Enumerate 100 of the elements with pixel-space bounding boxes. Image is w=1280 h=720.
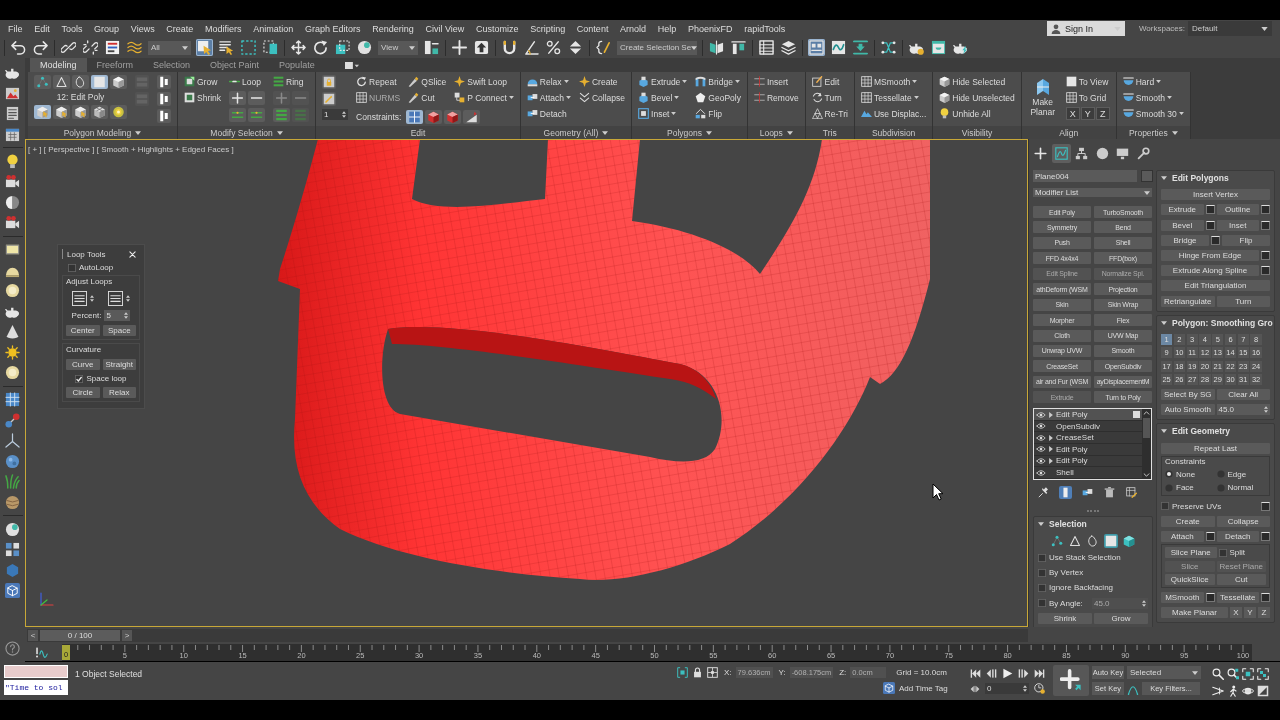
plus-key-icon[interactable] xyxy=(1053,665,1089,696)
previous-frame-button[interactable]: < xyxy=(28,630,38,641)
panel-layout-icon[interactable] xyxy=(808,39,825,56)
time-slider-track[interactable]: < 0 / 100 > xyxy=(27,629,1028,642)
panel-button[interactable]: QuickSlice xyxy=(1165,574,1215,586)
chevron-up-icon[interactable] xyxy=(1143,411,1150,416)
ribbon-button[interactable]: Hide Unselected xyxy=(939,91,1015,104)
ribbon-button[interactable]: Attach xyxy=(526,91,571,104)
menu-item[interactable]: File xyxy=(8,23,23,34)
axis-button[interactable]: Y xyxy=(1080,107,1095,120)
frame-field[interactable]: 0 xyxy=(985,683,1029,694)
padlock-icon[interactable] xyxy=(692,667,703,678)
exclamation-wave-icon[interactable] xyxy=(35,646,48,659)
stack-item[interactable]: Shell xyxy=(1034,467,1142,479)
menu-item[interactable]: Views xyxy=(130,23,155,34)
angle-icon[interactable] xyxy=(523,39,540,56)
expand-triangle-icon[interactable] xyxy=(1049,411,1053,418)
axis-button[interactable]: Z xyxy=(1258,607,1270,619)
panel-button[interactable]: Create xyxy=(1161,515,1215,527)
ribbon-button[interactable]: Hard xyxy=(1122,75,1162,88)
triangle-icon[interactable] xyxy=(53,75,70,89)
bars-icon[interactable] xyxy=(157,75,171,89)
panel-button[interactable]: Bridge xyxy=(1161,234,1209,246)
ribbon-button[interactable]: Collapse xyxy=(578,91,626,104)
spinner-arrows-icon[interactable] xyxy=(90,295,94,302)
panel-button[interactable]: Shrink xyxy=(1038,612,1092,624)
lines-tile-icon[interactable] xyxy=(108,291,123,306)
bracketed-square-icon[interactable] xyxy=(677,667,688,678)
document-icon[interactable] xyxy=(104,39,121,56)
spinner-arrows-icon[interactable] xyxy=(126,295,130,302)
checkbox[interactable] xyxy=(1038,583,1046,592)
cube-icon[interactable] xyxy=(110,75,127,89)
axis-button[interactable]: Y xyxy=(1244,607,1256,619)
panel-button[interactable]: Auto Smooth xyxy=(1161,404,1215,416)
panel-title[interactable]: Visibility xyxy=(933,126,1021,139)
radio-button[interactable] xyxy=(1165,470,1173,479)
rollout-header[interactable]: Selection xyxy=(1038,516,1148,531)
panel-title[interactable]: Tris xyxy=(805,126,854,139)
menu-item[interactable]: Edit xyxy=(34,23,50,34)
sun-icon[interactable] xyxy=(5,344,20,360)
minus-icon[interactable] xyxy=(248,91,266,105)
cube-tile-icon[interactable] xyxy=(5,583,20,598)
mirror-icon[interactable] xyxy=(708,39,725,56)
menu-item[interactable]: Create xyxy=(166,23,194,34)
ribbon-button[interactable]: Turn xyxy=(811,91,842,104)
ribbon-button[interactable]: Swift Loop xyxy=(454,75,507,88)
panel-title[interactable]: Polygons xyxy=(632,126,747,139)
spinner-field[interactable]: 1 xyxy=(322,109,349,120)
triangle-icon[interactable] xyxy=(1068,533,1082,548)
sphere-icon[interactable] xyxy=(5,521,20,537)
menu-item[interactable]: PhoenixFD xyxy=(688,23,733,34)
ribbon-button[interactable]: QSlice xyxy=(408,75,447,88)
ribbon-button[interactable]: Flip xyxy=(695,107,723,120)
orbit-icon[interactable] xyxy=(1242,685,1254,697)
redo-icon[interactable] xyxy=(32,39,49,56)
molecule-icon[interactable] xyxy=(5,412,20,428)
previous-frame-icon[interactable] xyxy=(986,668,997,679)
layers-icon[interactable] xyxy=(780,39,797,56)
ribbon-button[interactable]: Repeat xyxy=(356,75,397,88)
ribbon-button[interactable]: Bevel xyxy=(638,91,680,104)
percent-icon[interactable] xyxy=(545,39,562,56)
target-square-icon[interactable] xyxy=(707,667,718,678)
panel-button[interactable]: Hinge From Edge xyxy=(1161,249,1259,261)
rotate-icon[interactable] xyxy=(312,39,329,56)
listener-output-field[interactable] xyxy=(4,665,68,678)
play-icon[interactable] xyxy=(1002,668,1013,679)
panel-button[interactable]: Turn xyxy=(1216,295,1270,307)
clock-icon[interactable] xyxy=(1034,683,1045,694)
panel-button[interactable]: Curve xyxy=(66,359,100,370)
checkbox[interactable] xyxy=(1038,568,1046,577)
panel-title[interactable]: Geometry (All) xyxy=(520,126,632,139)
undo-icon[interactable] xyxy=(10,39,27,56)
ribbon-button[interactable]: Cut xyxy=(408,91,435,104)
menu-item[interactable]: Civil View xyxy=(425,23,465,34)
blob-icon[interactable] xyxy=(5,453,20,469)
eye-icon[interactable] xyxy=(1036,411,1046,418)
ribbon-button[interactable]: MSmooth xyxy=(860,75,918,88)
ribbon-button[interactable]: Re-Tri xyxy=(811,107,848,120)
camera-icon[interactable] xyxy=(5,215,20,230)
rollout-header[interactable]: Edit Geometry xyxy=(1161,424,1270,439)
bars-icon[interactable] xyxy=(157,92,171,106)
menu-item[interactable]: Animation xyxy=(253,23,294,34)
ribbon-button[interactable]: GeoPoly xyxy=(695,91,741,104)
sign-in-dropdown[interactable]: Sign In xyxy=(1046,21,1125,36)
chain-link-icon[interactable] xyxy=(60,39,77,56)
modifier-list-dropdown[interactable]: Modifier List xyxy=(1033,188,1152,197)
ribbon-button[interactable]: Ring xyxy=(273,75,304,88)
eye-icon[interactable] xyxy=(1036,457,1046,464)
crossing-squares-icon[interactable] xyxy=(262,39,279,56)
calendar-icon[interactable] xyxy=(5,126,20,142)
ribbon-button[interactable]: Loop xyxy=(229,75,261,88)
scrollbar-thumb[interactable] xyxy=(1143,418,1150,439)
broken-link-icon[interactable] xyxy=(82,39,99,56)
ribbon-button[interactable]: Use Displac... xyxy=(860,107,927,120)
ribbon-button[interactable]: Smooth xyxy=(1122,91,1172,104)
selection-filter-dropdown[interactable]: All xyxy=(148,40,191,55)
panel-button[interactable]: Grow xyxy=(1094,612,1148,624)
ribbon-button[interactable]: Hide Selected xyxy=(939,75,1006,88)
panel-button[interactable]: Circle xyxy=(66,387,100,398)
cube-cursor-icon[interactable] xyxy=(53,105,70,119)
